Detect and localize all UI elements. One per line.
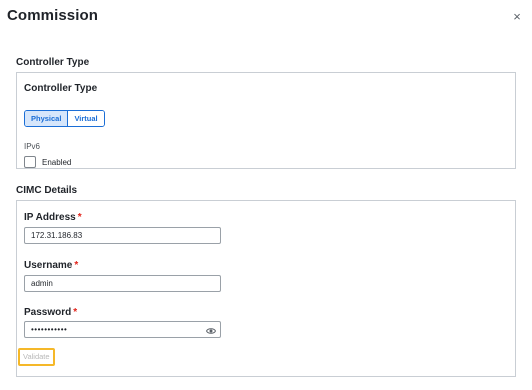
password-label: Password * [24, 307, 77, 318]
username-label-text: Username [24, 260, 73, 271]
cimc-section-title: CIMC Details [16, 185, 78, 196]
username-label: Username * [24, 260, 78, 271]
password-value: ••••••••••• [31, 325, 68, 334]
password-input[interactable]: ••••••••••• [24, 321, 221, 338]
controller-type-toggle: Physical Virtual [24, 110, 105, 127]
required-marker: * [77, 212, 82, 223]
controller-type-panel: Controller Type Physical Virtual IPv6 En… [16, 72, 516, 169]
ipv6-label: IPv6 [24, 142, 41, 151]
ipv6-enabled-label: Enabled [42, 157, 72, 167]
controller-type-section-title: Controller Type [16, 57, 90, 68]
controller-type-label: Controller Type [24, 83, 98, 94]
ip-address-label-text: IP Address [24, 212, 76, 223]
dialog-title: Commission [7, 7, 99, 24]
ip-address-input[interactable]: 172.31.186.83 [24, 227, 221, 244]
username-input[interactable]: admin [24, 275, 221, 292]
ipv6-enabled-checkbox[interactable] [24, 156, 36, 168]
required-marker: * [74, 260, 79, 271]
required-marker: * [73, 307, 78, 318]
eye-icon[interactable] [205, 325, 217, 334]
validate-button[interactable]: Validate [18, 348, 55, 366]
ipv6-enabled-row: Enabled [24, 156, 71, 168]
cimc-panel: IP Address * 172.31.186.83 Username * admi… [16, 200, 516, 377]
close-icon[interactable]: × [511, 10, 523, 23]
password-label-text: Password [24, 307, 72, 318]
ip-address-label: IP Address * [24, 212, 82, 223]
virtual-option[interactable]: Virtual [68, 111, 104, 126]
physical-option[interactable]: Physical [25, 111, 69, 126]
